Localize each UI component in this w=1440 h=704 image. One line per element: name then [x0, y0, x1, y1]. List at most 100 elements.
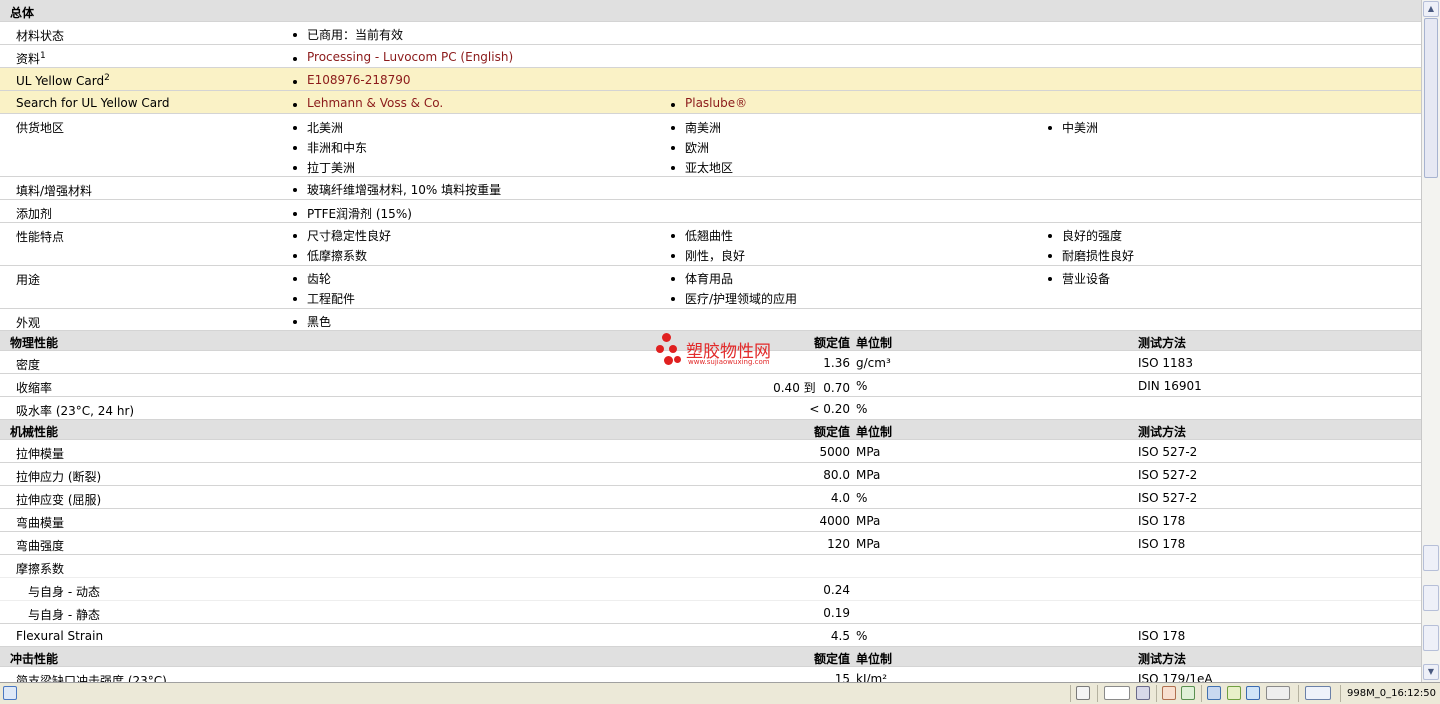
logo-dot: [664, 356, 673, 365]
test-method: ISO 527-2: [1138, 491, 1198, 505]
list-item: 医疗/护理领域的应用: [670, 292, 798, 306]
property-value: 黑色: [292, 315, 332, 329]
rated-value: 4.5: [830, 629, 850, 643]
table-row: 拉伸应力 (断裂) 80.0 MPa ISO 527-2: [0, 463, 1421, 486]
property-label: 添加剂: [16, 207, 53, 221]
list-item: 良好的强度: [1047, 229, 1123, 243]
page-icon[interactable]: [1162, 686, 1176, 700]
popup-blocker-icon[interactable]: [1104, 686, 1130, 700]
unit: MPa: [856, 537, 881, 551]
rated-value: 15: [834, 672, 850, 682]
test-method: ISO 527-2: [1138, 468, 1198, 482]
divider: [1298, 685, 1299, 702]
row-documents: 资料1 Processing - Luvocom PC (English): [0, 45, 1421, 68]
security-icon[interactable]: [1227, 686, 1241, 700]
page-icon[interactable]: [1181, 686, 1195, 700]
unit: MPa: [856, 468, 881, 482]
divider: [1156, 685, 1157, 702]
rated-value: 0.19: [823, 606, 850, 620]
property-label: 摩擦系数: [16, 562, 65, 576]
scroll-button[interactable]: [1423, 585, 1439, 611]
property-label: 拉伸应变 (屈服): [16, 493, 102, 507]
divider: [1070, 685, 1071, 702]
property-label: 密度: [16, 358, 41, 372]
column-header-method: 测试方法: [1138, 336, 1187, 350]
scroll-button[interactable]: [1423, 625, 1439, 651]
logo-dot: [669, 345, 677, 353]
unit: MPa: [856, 445, 881, 459]
list-item: 刚性，良好: [670, 249, 746, 263]
document-icon[interactable]: [1076, 686, 1090, 700]
property-label: 材料状态: [16, 29, 65, 43]
unit: %: [856, 402, 868, 416]
test-method: ISO 178: [1138, 537, 1186, 551]
scroll-down-arrow-icon[interactable]: ▼: [1423, 664, 1439, 680]
ul-search-link-lehmann[interactable]: Lehmann & Voss & Co.: [292, 96, 443, 110]
table-row: Flexural Strain 4.5 % ISO 178: [0, 624, 1421, 647]
test-method: DIN 16901: [1138, 379, 1202, 393]
rated-value: 0.40 到 0.70: [773, 381, 850, 395]
property-sublabel: 与自身 - 动态: [28, 585, 100, 599]
watermark-url: www.sujiaowuxing.com: [688, 358, 770, 366]
property-label: 收缩率: [16, 381, 53, 395]
rated-value: 0.24: [823, 583, 850, 597]
property-label: Search for UL Yellow Card: [16, 96, 170, 110]
property-label: 弯曲强度: [16, 539, 65, 553]
rated-value: 4.0: [830, 491, 850, 505]
property-label: 资料1: [16, 51, 46, 66]
table-row: 收缩率 0.40 到 0.70 % DIN 16901: [0, 374, 1421, 397]
property-label: 弯曲模量: [16, 516, 65, 530]
test-method: ISO 178: [1138, 629, 1186, 643]
section-title: 冲击性能: [10, 652, 59, 666]
list-item: 拉丁美洲: [292, 161, 356, 175]
status-bar: 998M_0_16:12:50: [0, 682, 1440, 704]
property-label: 吸水率 (23°C, 24 hr): [16, 404, 135, 418]
list-item: 南美洲: [670, 121, 722, 135]
list-item: 体育用品: [670, 272, 734, 286]
table-row: 弯曲强度 120 MPa ISO 178: [0, 532, 1421, 555]
status-text: 998M_0_16:12:50: [1347, 688, 1436, 699]
table-row: 摩擦系数: [0, 555, 1421, 578]
list-item: 营业设备: [1047, 272, 1111, 286]
section-general-header: 总体: [0, 0, 1421, 22]
property-label: 供货地区: [16, 121, 65, 135]
watermark-logo: 塑胶物性网 www.sujiaowuxing.com: [656, 333, 796, 373]
rated-value: 120: [827, 537, 850, 551]
ul-card-link[interactable]: E108976-218790: [293, 73, 411, 87]
column-header-method: 测试方法: [1138, 425, 1187, 439]
ul-search-link-plaslube[interactable]: Plaslube®: [670, 96, 747, 110]
processing-doc-link[interactable]: Processing - Luvocom PC (English): [292, 50, 513, 64]
ie-page-icon: [3, 686, 17, 700]
table-row: 弯曲模量 4000 MPa ISO 178: [0, 509, 1421, 532]
table-row: 简支梁缺口冲击强度 (23°C) 15 kJ/m² ISO 179/1eA: [0, 667, 1421, 682]
row-additive: 添加剂 PTFE润滑剂 (15%): [0, 200, 1421, 223]
list-item: 齿轮: [292, 272, 332, 286]
window-menu-icon[interactable]: [1266, 686, 1290, 700]
row-regions: 供货地区 北美洲 南美洲 中美洲 非洲和中东 欧洲 拉丁美洲 亚太地区: [0, 114, 1421, 177]
column-header-value: 额定值: [813, 336, 850, 350]
test-method: ISO 1183: [1138, 356, 1193, 370]
property-value: 已商用：当前有效: [292, 28, 404, 42]
scroll-up-arrow-icon[interactable]: ▲: [1423, 1, 1439, 17]
property-label: 性能特点: [16, 230, 65, 244]
property-value: 玻璃纤维增强材料, 10% 填料按重量: [292, 183, 502, 197]
test-method: ISO 178: [1138, 514, 1186, 528]
divider: [1201, 685, 1202, 702]
vertical-scrollbar[interactable]: ▲ ▼: [1421, 0, 1440, 682]
property-label: Flexural Strain: [16, 629, 104, 643]
section-title: 物理性能: [10, 336, 59, 350]
zoom-icon[interactable]: [1305, 686, 1331, 700]
privacy-icon[interactable]: [1136, 686, 1150, 700]
property-label: 简支梁缺口冲击强度 (23°C): [16, 674, 167, 682]
network-icon[interactable]: [1207, 686, 1221, 700]
table-row: 与自身 - 静态 0.19: [0, 601, 1421, 624]
scrollbar-thumb[interactable]: [1424, 18, 1438, 178]
globe-icon[interactable]: [1246, 686, 1260, 700]
property-label: 外观: [16, 316, 41, 330]
property-label: 用途: [16, 273, 41, 287]
property-label: 拉伸模量: [16, 447, 65, 461]
table-row: 吸水率 (23°C, 24 hr) < 0.20 %: [0, 397, 1421, 420]
column-header-unit: 单位制: [856, 425, 893, 439]
scroll-button[interactable]: [1423, 545, 1439, 571]
test-method: ISO 527-2: [1138, 445, 1198, 459]
